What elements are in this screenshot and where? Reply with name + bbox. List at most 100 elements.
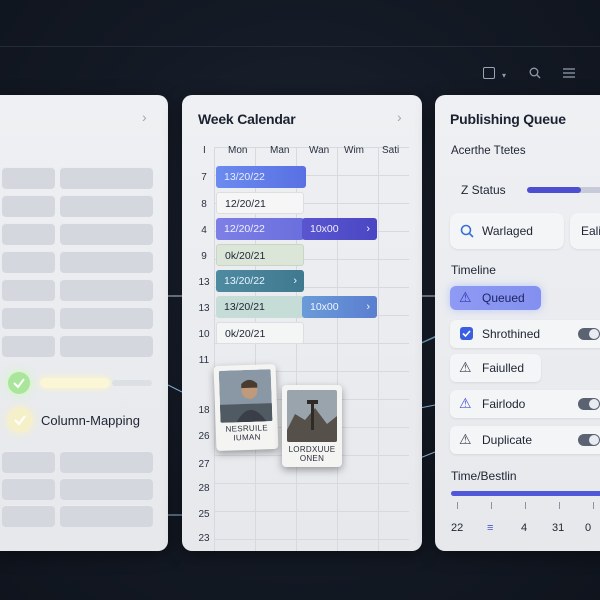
axis-label: 0	[585, 522, 592, 534]
row-label: 13	[198, 303, 210, 314]
chevron-right-icon[interactable]: ›	[142, 109, 147, 125]
chevron-right-icon: ›	[293, 275, 297, 287]
mapping-cell[interactable]	[60, 451, 153, 473]
queue-item-faiulled[interactable]: ⚠ Faiulled	[450, 354, 541, 382]
warning-icon: ⚠	[459, 431, 472, 447]
check-circle-icon	[8, 372, 30, 394]
day-header: Wim	[344, 145, 364, 156]
mapping-cell[interactable]	[60, 307, 153, 329]
mapping-cell[interactable]	[2, 251, 55, 273]
row-label: 11	[198, 355, 210, 366]
mapping-cell[interactable]	[60, 505, 153, 527]
row-label: 7	[201, 172, 207, 183]
photo-thumbnail	[218, 369, 273, 423]
mapping-cell[interactable]	[60, 167, 153, 189]
photo-card[interactable]: NESRUILE IUMAN	[213, 363, 279, 452]
axis-label: 4	[521, 522, 528, 534]
calendar-event[interactable]: 12/20/22	[216, 218, 304, 240]
queue-item-label: Shrothined	[482, 327, 541, 341]
row-label: 4	[201, 225, 207, 236]
menu-icon[interactable]	[563, 67, 575, 81]
queue-item-queued[interactable]: ⚠ Queued	[450, 286, 541, 310]
photo-caption: ONEN	[299, 454, 325, 463]
mapping-cell[interactable]	[2, 505, 55, 527]
day-header: Sati	[382, 145, 400, 156]
mapping-cell[interactable]	[60, 195, 153, 217]
row-label: 10	[198, 329, 210, 340]
queue-item-fairlodo[interactable]: ⚠ Fairlodo	[450, 390, 600, 418]
photo-caption: LORDXUUE	[288, 445, 336, 454]
row-label: 28	[198, 483, 210, 494]
toggle-switch[interactable]	[578, 328, 600, 340]
checkbox-checked-icon[interactable]	[460, 327, 473, 340]
time-progress-track	[451, 491, 600, 496]
photo-thumbnail	[287, 390, 337, 442]
mapping-cell[interactable]	[2, 279, 55, 301]
warning-icon: ⚠	[459, 395, 472, 411]
row-label: 8	[201, 199, 207, 210]
timeline-label: Timeline	[451, 263, 496, 277]
time-progress-fill	[451, 491, 600, 496]
day-header: Man	[270, 145, 290, 156]
mapping-cell[interactable]	[2, 478, 55, 500]
corner-label: I	[203, 145, 206, 156]
calendar-event[interactable]: 13/20/22	[216, 166, 306, 188]
column-mapping-label: Column-Mapping	[41, 413, 140, 428]
checkbox-icon[interactable]	[483, 67, 495, 79]
mapping-cell[interactable]	[60, 279, 153, 301]
calendar-event[interactable]: 10x00 ›	[302, 218, 377, 240]
calendar-event[interactable]: 13/20/21	[216, 296, 304, 318]
chevron-right-icon: ›	[366, 223, 370, 235]
mapping-cell[interactable]	[2, 451, 55, 473]
mapping-cell[interactable]	[60, 478, 153, 500]
mapping-cell[interactable]	[2, 335, 55, 357]
search-icon[interactable]	[529, 67, 541, 81]
search-field[interactable]: Warlaged	[450, 213, 564, 249]
calendar-event[interactable]: 12/20/21	[216, 192, 304, 214]
axis-label: 22	[451, 522, 464, 534]
progress-track	[112, 380, 152, 386]
top-toolbar: ▾	[0, 46, 600, 99]
queue-item-label: Faiulled	[482, 361, 525, 375]
row-label: 23	[198, 533, 210, 544]
publishing-queue-panel: Publishing Queue Acerthe Ttetes Z Status…	[435, 95, 600, 551]
queue-title: Publishing Queue	[450, 111, 566, 127]
chevron-right-icon[interactable]: ›	[397, 109, 402, 125]
row-label: 25	[198, 509, 210, 520]
week-calendar-panel: Week Calendar › I Mon Man Wan Wim Sati 7…	[182, 95, 422, 551]
mapping-cell[interactable]	[60, 335, 153, 357]
calendar-event[interactable]: 10x00 ›	[302, 296, 377, 318]
queue-item-label: Fairlodo	[482, 397, 526, 411]
warning-icon: ⚠	[459, 359, 472, 375]
queue-item-shrothined[interactable]: Shrothined	[450, 320, 600, 348]
search-icon	[460, 224, 474, 238]
calendar-title: Week Calendar	[198, 111, 296, 127]
chevron-right-icon: ›	[366, 301, 370, 313]
mapping-cell[interactable]	[2, 167, 55, 189]
mapping-cell[interactable]	[2, 223, 55, 245]
calendar-event[interactable]: 0k/20/21	[216, 322, 304, 344]
calendar-event[interactable]: 0k/20/21	[216, 244, 304, 266]
photo-caption: IUMAN	[233, 432, 261, 443]
queue-item-duplicate[interactable]: ⚠ Duplicate	[450, 426, 600, 454]
chevron-down-icon[interactable]: ▾	[502, 70, 506, 82]
row-label: 13	[198, 277, 210, 288]
toggle-switch[interactable]	[578, 398, 600, 410]
mapping-cell[interactable]	[60, 251, 153, 273]
mapping-cell[interactable]	[2, 307, 55, 329]
mapping-cell[interactable]	[60, 223, 153, 245]
mapping-cell[interactable]	[2, 195, 55, 217]
status-label: Z Status	[461, 183, 506, 197]
toggle-switch[interactable]	[578, 434, 600, 446]
check-circle-icon[interactable]	[8, 408, 32, 432]
photo-card[interactable]: LORDXUUE ONEN	[282, 385, 342, 467]
progress-glow-bar	[40, 378, 110, 388]
calendar-event[interactable]: 13/20/22 ›	[216, 270, 304, 292]
day-header: Wan	[309, 145, 330, 156]
queue-item-label: Queued	[482, 291, 525, 305]
edit-button[interactable]: Eali	[570, 213, 600, 249]
day-header: Mon	[228, 145, 248, 156]
edit-button-label: Eali	[581, 224, 600, 238]
axis-label: 31	[552, 522, 565, 534]
status-progress-track	[527, 187, 600, 193]
